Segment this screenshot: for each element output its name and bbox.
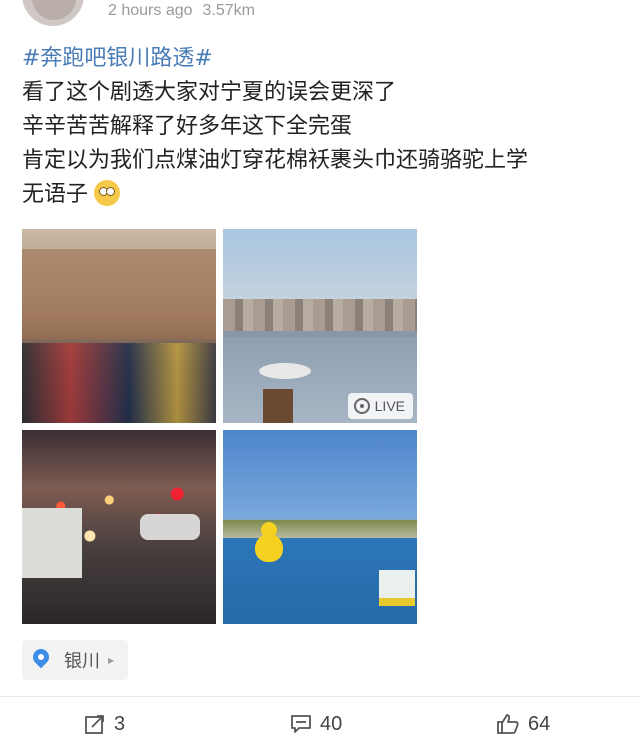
avatar[interactable] — [22, 0, 84, 26]
share-icon — [85, 715, 104, 734]
post-distance: 3.57km — [202, 2, 255, 19]
comment-icon — [291, 715, 311, 733]
location-label: 银川 — [64, 651, 100, 672]
live-badge-label: LIVE — [374, 398, 405, 414]
action-bar: 3 40 64 — [0, 706, 640, 742]
chevron-right-icon: ▸ — [108, 653, 115, 667]
thumbs-up-icon — [497, 714, 519, 734]
like-button[interactable]: 64 — [496, 706, 550, 742]
live-photo-badge: LIVE — [347, 393, 413, 419]
post-line-2: 辛辛苦苦解释了好多年这下全完蛋 — [22, 114, 353, 139]
post-body: #奔跑吧银川路透# 看了这个剧透大家对宁夏的误会更深了 辛辛苦苦解释了好多年这下… — [22, 42, 622, 212]
post-line-3: 肯定以为我们点煤油灯穿花棉袄裹头巾还骑骆驼上学 — [22, 148, 529, 173]
post-line-1: 看了这个剧透大家对宁夏的误会更深了 — [22, 80, 397, 105]
comment-button[interactable]: 40 — [290, 706, 342, 742]
rubber-duck-lake-photo[interactable] — [223, 430, 417, 624]
comment-count: 40 — [320, 712, 343, 735]
image-grid: LIVE — [22, 229, 418, 625]
divider — [0, 696, 640, 697]
post-line-4: 无语子 — [22, 182, 89, 207]
filming-crew-photo[interactable] — [22, 229, 216, 423]
share-count: 3 — [114, 712, 126, 735]
live-photo-icon — [353, 398, 370, 414]
location-pin-icon — [30, 649, 52, 671]
rainy-traffic-photo[interactable] — [22, 430, 216, 624]
hashtag-link[interactable]: #奔跑吧银川路透# — [22, 42, 622, 76]
post-meta: 2 hours ago 3.57km — [108, 2, 265, 20]
flushed-face-emoji-icon — [94, 180, 121, 206]
post-time: 2 hours ago — [108, 2, 193, 19]
like-count: 64 — [528, 712, 551, 735]
seagull-lake-photo[interactable]: LIVE — [223, 229, 417, 423]
share-button[interactable]: 3 — [84, 706, 125, 742]
location-tag[interactable]: 银川 ▸ — [22, 640, 129, 680]
